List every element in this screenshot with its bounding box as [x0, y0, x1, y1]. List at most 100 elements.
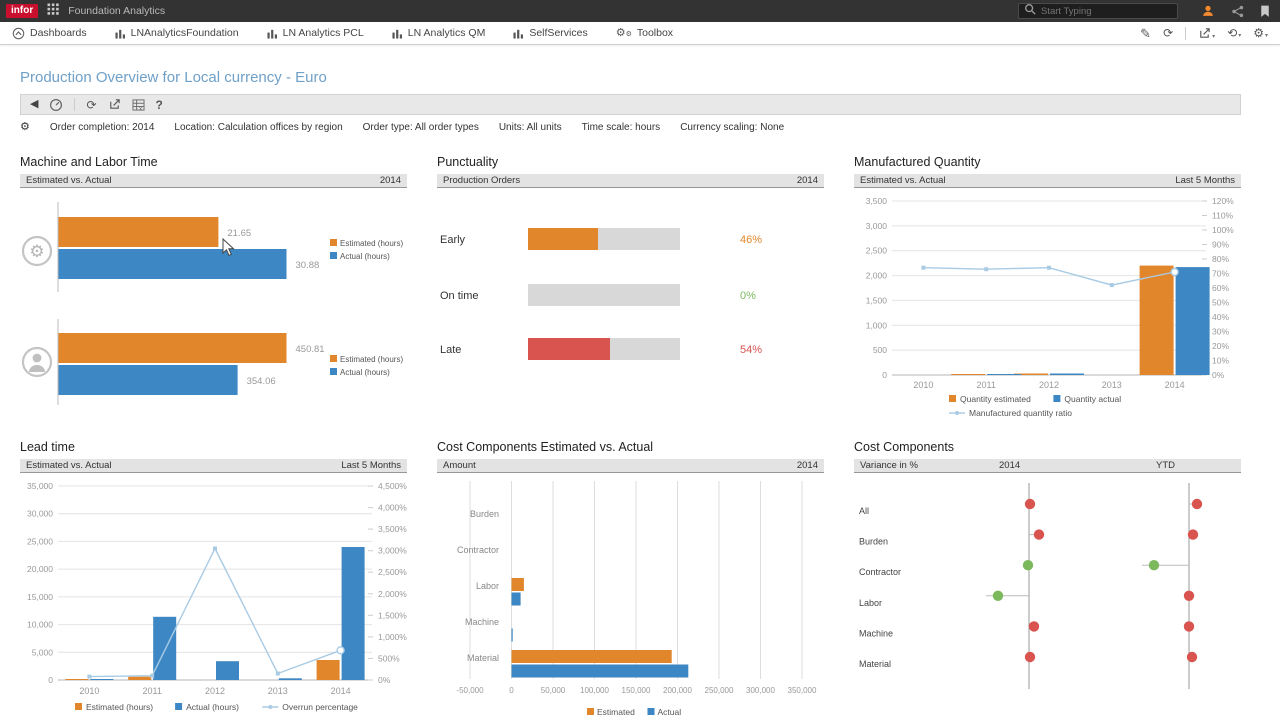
bars-icon[interactable]	[513, 28, 524, 39]
subheader-right: Last 5 Months	[341, 460, 401, 471]
filter-label: Order completion:	[50, 122, 132, 133]
svg-text:2010: 2010	[79, 686, 99, 696]
svg-text:100%: 100%	[1212, 225, 1234, 235]
punctuality-track[interactable]	[528, 338, 680, 360]
home-icon[interactable]	[12, 27, 25, 40]
punctuality-track[interactable]	[528, 228, 680, 250]
caret-down-icon: ▾	[1212, 33, 1215, 40]
punctuality-value: 54%	[740, 344, 762, 356]
svg-text:Contractor: Contractor	[457, 545, 499, 555]
nav-item-ln-analytics-qm[interactable]: LN Analytics QM	[392, 27, 486, 39]
svg-text:200,000: 200,000	[663, 686, 692, 695]
punctuality-chart[interactable]: Early46%On time0%Late54%	[437, 188, 824, 430]
chart-subheader: Estimated vs. Actual Last 5 Months	[854, 174, 1241, 188]
nav-item-label: Toolbox	[637, 27, 673, 39]
svg-text:Labor: Labor	[476, 581, 499, 591]
svg-text:Manufactured quantity ratio: Manufactured quantity ratio	[969, 408, 1072, 418]
filter-value: 2014	[132, 122, 154, 133]
filter-order-type[interactable]: Order type: All order types	[363, 122, 479, 133]
refresh-icon[interactable]: ⟳	[1163, 27, 1173, 39]
svg-text:Actual (hours): Actual (hours)	[186, 702, 239, 712]
cost-components-amount-chart[interactable]: -50,000050,000100,000150,000200,000250,0…	[437, 473, 824, 720]
machine-labor-chart[interactable]: ⚙21.65Estimated (hours)30.88Actual (hour…	[20, 188, 407, 430]
svg-text:5,000: 5,000	[32, 647, 54, 657]
export-icon[interactable]	[108, 98, 121, 111]
subheader-right: 2014	[797, 460, 818, 471]
svg-text:50,000: 50,000	[541, 686, 566, 695]
svg-text:2011: 2011	[143, 686, 162, 696]
nav-item-ln-analytics-pcl[interactable]: LN Analytics PCL	[267, 27, 364, 39]
refresh-icon[interactable]: ⟳	[86, 99, 96, 111]
punctuality-fill	[528, 338, 610, 360]
svg-text:2,000%: 2,000%	[378, 589, 407, 599]
column-header-2014: 2014	[999, 460, 1020, 471]
share-icon[interactable]	[1231, 5, 1244, 18]
search-input[interactable]	[1041, 6, 1173, 17]
subheader-left: Production Orders	[443, 175, 520, 186]
svg-text:⚙: ⚙	[29, 242, 44, 261]
filter-value: None	[760, 122, 784, 133]
filter-units[interactable]: Units: All units	[499, 122, 562, 133]
punctuality-track[interactable]	[528, 284, 680, 306]
panel-punctuality: Punctuality Production Orders 2014 Early…	[437, 155, 824, 430]
panel-lead-time: Lead time Estimated vs. Actual Last 5 Mo…	[20, 440, 407, 720]
filter-currency-scaling[interactable]: Currency scaling: None	[680, 122, 784, 133]
svg-text:All: All	[859, 506, 869, 516]
svg-text:1,500%: 1,500%	[378, 610, 407, 620]
action-pencil[interactable]: ✎	[1140, 27, 1151, 40]
filter-time-scale[interactable]: Time scale: hours	[582, 122, 661, 133]
bars-icon[interactable]	[267, 28, 278, 39]
action-export[interactable]: ▾	[1198, 27, 1215, 40]
bookmark-icon[interactable]	[1260, 5, 1270, 18]
lead-time-chart[interactable]: 05,00010,00015,00020,00025,00030,00035,0…	[20, 473, 407, 720]
manufactured-quantity-chart[interactable]: 05001,0001,5002,0002,5003,0003,5000%10%2…	[854, 188, 1241, 430]
nav-item-lnanalyticsfoundation[interactable]: LNAnalyticsFoundation	[115, 27, 239, 39]
svg-text:Material: Material	[859, 659, 891, 669]
filter-label: Location:	[174, 122, 217, 133]
svg-text:3,500: 3,500	[866, 196, 888, 206]
svg-text:0: 0	[48, 675, 53, 685]
cost-components-variance-chart[interactable]: AllBurdenContractorLaborMachineMaterial	[854, 473, 1241, 720]
settings-icon[interactable]: ⚙	[1253, 27, 1264, 39]
excel-icon[interactable]: x	[132, 99, 145, 111]
svg-text:Actual: Actual	[658, 707, 682, 717]
filter-label: Order type:	[363, 122, 415, 133]
pencil-icon[interactable]: ✎	[1140, 27, 1151, 40]
toolbar-divider	[1185, 27, 1186, 40]
toolbar-divider	[74, 98, 75, 111]
action-settings[interactable]: ⚙▾	[1253, 27, 1268, 39]
nav-item-dashboards[interactable]: Dashboards	[12, 27, 87, 40]
global-search[interactable]	[1018, 3, 1178, 19]
app-grid-icon[interactable]	[47, 3, 59, 15]
gears-icon[interactable]: ⚙⚙	[616, 28, 632, 39]
sync-icon[interactable]: ⟲	[1227, 27, 1237, 39]
bars-icon[interactable]	[115, 28, 126, 39]
chart-subheader: Variance in % 2014 YTD	[854, 459, 1241, 473]
svg-text:2012: 2012	[1039, 380, 1059, 390]
nav-item-label: LN Analytics PCL	[283, 27, 364, 39]
gauge-icon[interactable]	[49, 98, 63, 112]
filter-order-completion[interactable]: Order completion: 2014	[50, 122, 155, 133]
svg-text:10%: 10%	[1212, 356, 1229, 366]
help-icon[interactable]: ?	[156, 99, 163, 111]
nav-item-toolbox[interactable]: ⚙⚙ Toolbox	[616, 27, 673, 39]
svg-text:20,000: 20,000	[27, 564, 53, 574]
svg-text:Burden: Burden	[859, 537, 888, 547]
back-icon[interactable]: ◀	[30, 99, 38, 110]
panel-cost-components-variance: Cost Components Variance in % 2014 YTD A…	[854, 440, 1241, 720]
page-title: Production Overview for Local currency -…	[20, 69, 1280, 86]
person-icon[interactable]	[1201, 4, 1215, 18]
bars-icon[interactable]	[392, 28, 403, 39]
parameters-gear-icon[interactable]: ⚙	[20, 122, 30, 133]
nav-item-selfservices[interactable]: SelfServices	[513, 27, 587, 39]
action-sync[interactable]: ⟲▾	[1227, 27, 1241, 39]
infor-logo[interactable]: infor	[6, 4, 38, 18]
export-icon[interactable]	[1198, 27, 1211, 40]
svg-text:1,000%: 1,000%	[378, 632, 407, 642]
search-icon[interactable]	[1024, 3, 1036, 15]
svg-text:2013: 2013	[268, 686, 288, 696]
caret-down-icon: ▾	[1238, 32, 1241, 39]
app-grid-icon[interactable]	[47, 2, 59, 20]
filter-location[interactable]: Location: Calculation offices by region	[174, 122, 342, 133]
action-refresh[interactable]: ⟳	[1163, 27, 1173, 39]
